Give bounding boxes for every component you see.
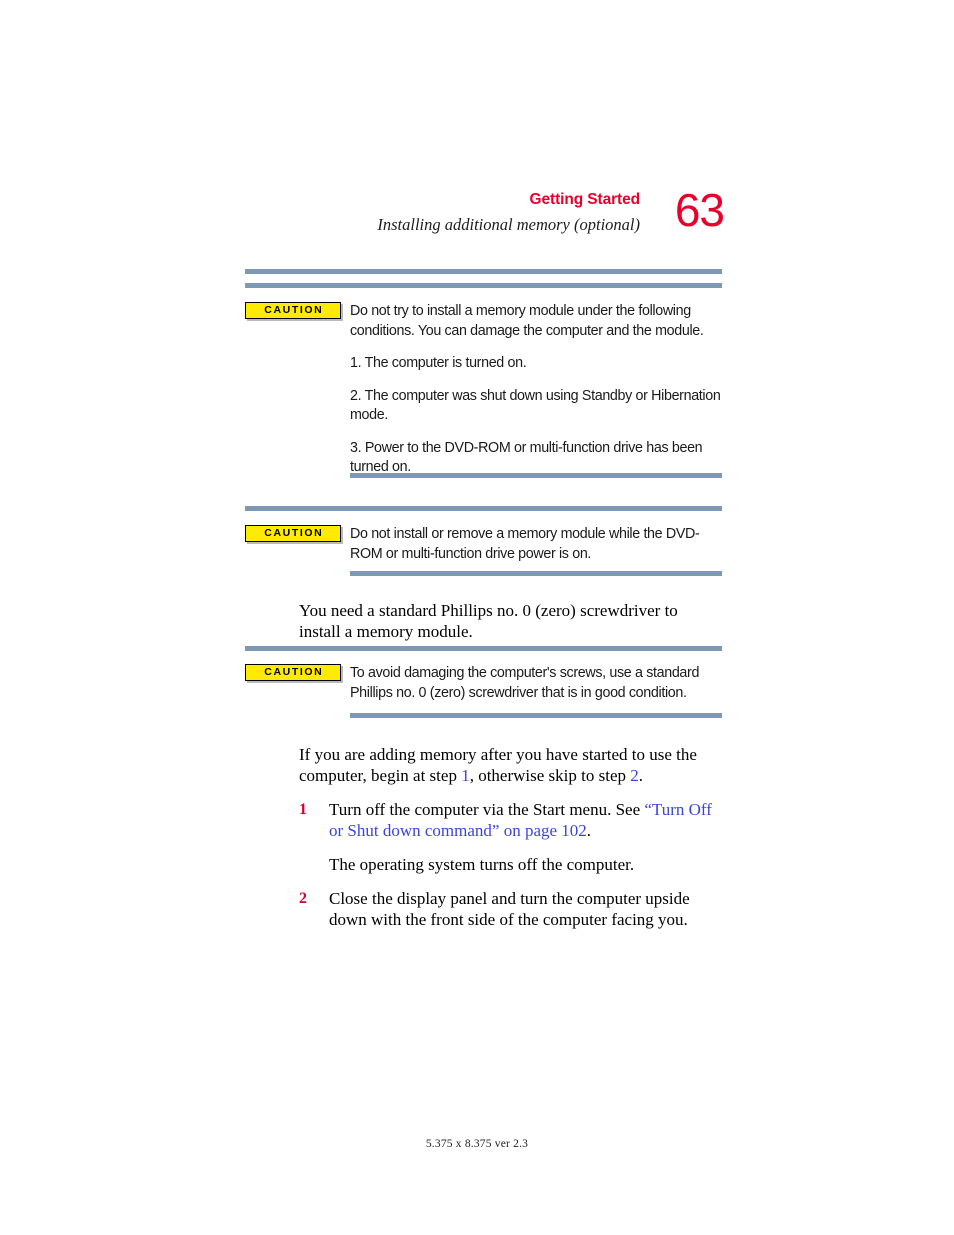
page-header: Getting Started Installing additional me… [240,184,725,250]
header-title-group: Getting Started Installing additional me… [240,190,640,236]
caution-paragraph: Do not try to install a memory module un… [350,303,704,339]
list-item: 1 Turn off the computer via the Start men… [299,799,724,841]
divider-rule-bottom-2 [350,571,722,576]
document-page: Getting Started Installing additional me… [0,0,954,1235]
step-reference-link-2[interactable]: 2 [630,766,639,785]
divider-rule-top-2 [245,506,722,511]
step-number: 2 [299,890,307,907]
caution-body-1: Do not try to install a memory module un… [350,302,722,478]
caution-list-item: 2. The computer was shut down using Stan… [350,387,721,424]
caution-badge: CAUTION [245,664,341,681]
caution-block-1: CAUTION Do not try to install a memory m… [245,302,722,478]
caution-body-2: Do not install or remove a memory module… [350,525,722,564]
step-reference-link-1[interactable]: 1 [461,766,470,785]
step-text-before-link: Turn off the computer via the Start menu… [329,800,645,819]
steps-intro-text-3: . [638,766,643,785]
step-text-after-link: . [586,821,592,840]
screwdriver-paragraph: You need a standard Phillips no. 0 (zero… [299,601,678,641]
caution-body-3: To avoid damaging the computer's screws,… [350,664,722,703]
caution-badge: CAUTION [245,525,341,542]
step-text-before-link: Close the display panel and turn the com… [329,889,690,929]
caution-list-item: 1. The computer is turned on. [350,355,527,371]
caution-block-3: CAUTION To avoid damaging the computer's… [245,664,722,703]
steps-intro-paragraph: If you are adding memory after you have … [299,744,724,786]
divider-rule-bottom-3 [350,713,722,718]
page-number: 63 [674,184,725,236]
caution-block-2: CAUTION Do not install or remove a memor… [245,525,722,564]
steps-section: If you are adding memory after you have … [299,744,724,930]
divider-rule-bottom-1 [350,473,722,478]
list-item: 2 Close the display panel and turn the co… [299,888,724,930]
screwdriver-paragraph-block: You need a standard Phillips no. 0 (zero… [299,600,719,642]
step-number: 1 [299,801,307,818]
step-result-text: The operating system turns off the compu… [329,855,635,874]
caution-list-item: 3. Power to the DVD-ROM or multi-functio… [350,439,703,476]
caution-paragraph: To avoid damaging the computer's screws,… [350,665,700,701]
divider-rule-top-1a [245,269,722,274]
caution-paragraph: Do not install or remove a memory module… [350,526,700,562]
caution-badge: CAUTION [245,302,341,319]
page-footer: 5.375 x 8.375 ver 2.3 [425,1138,529,1150]
divider-rule-top-3 [245,646,722,651]
chapter-title: Getting Started [529,191,641,208]
steps-intro-text-2: , otherwise skip to step [469,766,631,785]
section-title: Installing additional memory (optional) [377,215,640,234]
divider-rule-top-1b [245,283,722,288]
